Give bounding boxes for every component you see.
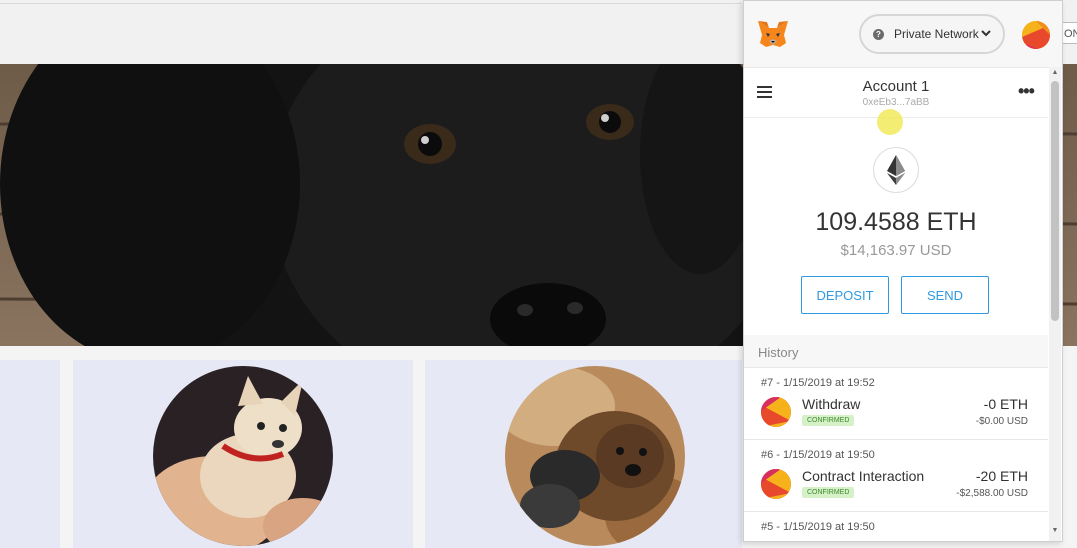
more-dots-icon[interactable]: ••• bbox=[1018, 81, 1035, 102]
scroll-up-icon[interactable]: ▲ bbox=[1051, 69, 1059, 76]
tx-identicon bbox=[761, 469, 791, 499]
tx-identicon bbox=[761, 397, 791, 427]
pet-photo-puppies bbox=[505, 366, 685, 546]
tx-date: #6 - 1/15/2019 at 19:50 bbox=[761, 449, 875, 461]
pet-photo-chihuahua bbox=[153, 366, 333, 546]
history-title: History bbox=[758, 345, 799, 360]
usd-balance: $14,163.97 USD bbox=[840, 242, 952, 259]
ethereum-icon bbox=[873, 147, 919, 193]
chevron-down-icon bbox=[981, 30, 991, 37]
history-item[interactable]: #7 - 1/15/2019 at 19:52 Withdraw CONFIRM… bbox=[744, 367, 1048, 440]
tx-status-badge: CONFIRMED bbox=[802, 487, 855, 498]
tx-eth-amount: -0 ETH bbox=[983, 396, 1028, 412]
tx-date: #7 - 1/15/2019 at 19:52 bbox=[761, 377, 875, 389]
pet-card bbox=[0, 360, 60, 548]
tx-name: Contract Interaction bbox=[802, 468, 925, 484]
tx-name: Withdraw bbox=[802, 396, 861, 412]
history-item[interactable]: #6 - 1/15/2019 at 19:50 Contract Interac… bbox=[744, 439, 1048, 512]
account-avatar-icon[interactable] bbox=[1022, 21, 1050, 49]
question-icon: ? bbox=[873, 28, 884, 40]
cursor-highlight bbox=[877, 109, 903, 135]
tx-status-badge: CONFIRMED bbox=[802, 415, 855, 426]
scrollbar[interactable]: ▲ ▼ bbox=[1049, 67, 1061, 541]
deposit-button[interactable]: DEPOSIT bbox=[801, 276, 889, 314]
header-divider bbox=[0, 3, 742, 4]
send-button[interactable]: SEND bbox=[901, 276, 989, 314]
tx-usd-amount: -$0.00 USD bbox=[975, 416, 1028, 427]
metamask-fox-icon[interactable] bbox=[756, 19, 790, 49]
history-item[interactable]: #5 - 1/15/2019 at 19:50 bbox=[744, 511, 1048, 541]
metamask-header: ? Private Network bbox=[744, 1, 1062, 68]
network-label: Private Network bbox=[894, 27, 979, 41]
metamask-popup: ? Private Network Account 1 0xeEb3...7aB… bbox=[743, 0, 1063, 542]
pet-card bbox=[425, 360, 742, 548]
scroll-thumb[interactable] bbox=[1051, 81, 1059, 321]
account-address[interactable]: 0xeEb3...7aBB bbox=[744, 97, 1048, 108]
pet-card bbox=[73, 360, 413, 548]
tx-date: #5 - 1/15/2019 at 19:50 bbox=[761, 521, 875, 533]
network-selector[interactable]: ? Private Network bbox=[859, 14, 1005, 54]
scroll-down-icon[interactable]: ▼ bbox=[1051, 527, 1059, 534]
eth-balance: 109.4588 ETH bbox=[815, 208, 977, 236]
account-name[interactable]: Account 1 bbox=[744, 78, 1048, 95]
tx-usd-amount: -$2,588.00 USD bbox=[956, 488, 1028, 499]
tx-eth-amount: -20 ETH bbox=[975, 468, 1028, 484]
